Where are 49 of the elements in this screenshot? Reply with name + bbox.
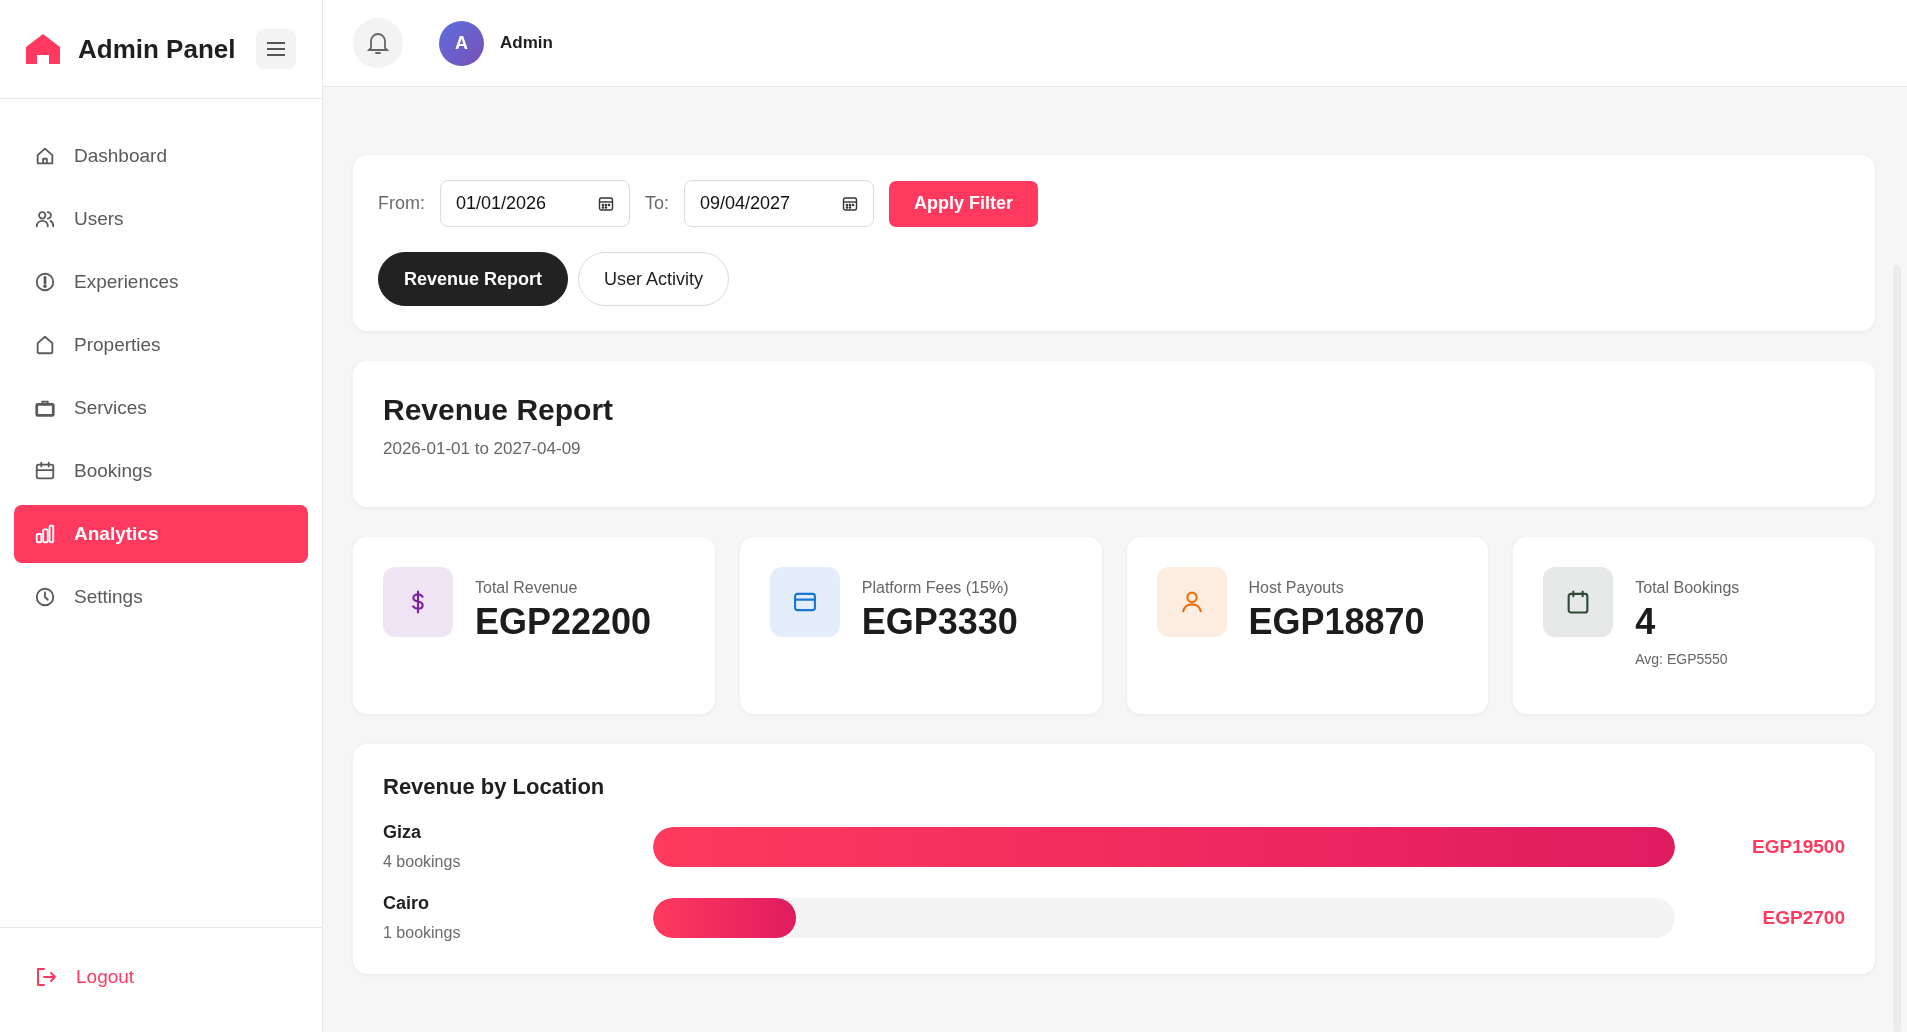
menu-button[interactable] (256, 29, 296, 69)
stat-note: Avg: EGP5550 (1635, 651, 1729, 667)
calendar-icon (34, 460, 56, 482)
logout-icon (34, 965, 58, 989)
stat-value: EGP18870 (1248, 601, 1425, 643)
info-circle-icon (34, 271, 56, 293)
booking-count: 1 bookings (383, 924, 462, 942)
stat-label: Total Revenue (475, 579, 579, 597)
stat-label: Host Payouts (1248, 579, 1345, 597)
user-name: Admin (500, 33, 553, 53)
booking-count: 4 bookings (383, 853, 462, 871)
revenue-amount: EGP19500 (1751, 835, 1845, 858)
calendar-icon (842, 195, 858, 212)
notifications-button[interactable] (353, 18, 403, 68)
report-tab[interactable]: Revenue Report (378, 252, 569, 306)
from-label: From: (378, 193, 425, 214)
nav-item[interactable]: Properties (14, 316, 308, 374)
stat-value: EGP22200 (475, 601, 652, 643)
bell-icon (366, 30, 390, 56)
location-name: Cairo (383, 893, 430, 914)
home-icon (34, 145, 56, 167)
stat-label: Total Bookings (1635, 579, 1740, 597)
report-tab[interactable]: User Activity (578, 252, 730, 306)
stat-label: Platform Fees (15%) (861, 579, 1010, 597)
from-date-field[interactable]: 01/01/2026 (440, 180, 630, 227)
report-date-range: 2026-01-01 to 2027-04-09 (383, 439, 582, 459)
nav-item[interactable]: Bookings (14, 442, 308, 500)
nav-item[interactable]: Users (14, 190, 308, 248)
revenue-amount: EGP2700 (1761, 906, 1845, 929)
calendar-icon (598, 195, 614, 212)
to-date-field[interactable]: 09/04/2027 (684, 180, 874, 227)
location-name: Giza (383, 822, 422, 843)
user-avatar[interactable]: A (439, 20, 484, 66)
report-title: Revenue Report (383, 393, 615, 427)
nav-item[interactable]: Services (14, 379, 308, 437)
nav-item[interactable]: Settings (14, 568, 308, 626)
to-label: To: (645, 193, 669, 214)
stat-value: 4 (1635, 601, 1657, 643)
bar-chart-icon (34, 523, 56, 545)
logo-house-icon (26, 34, 60, 64)
nav-item[interactable]: Experiences (14, 253, 308, 311)
app-title: Admin Panel (78, 33, 237, 65)
house-icon (34, 334, 56, 356)
menu-icon (265, 40, 287, 58)
clock-icon (34, 586, 56, 608)
section-title: Revenue by Location (383, 774, 606, 800)
stat-value: EGP3330 (861, 601, 1018, 643)
users-icon (34, 208, 56, 230)
nav-item[interactable]: Dashboard (14, 127, 308, 185)
